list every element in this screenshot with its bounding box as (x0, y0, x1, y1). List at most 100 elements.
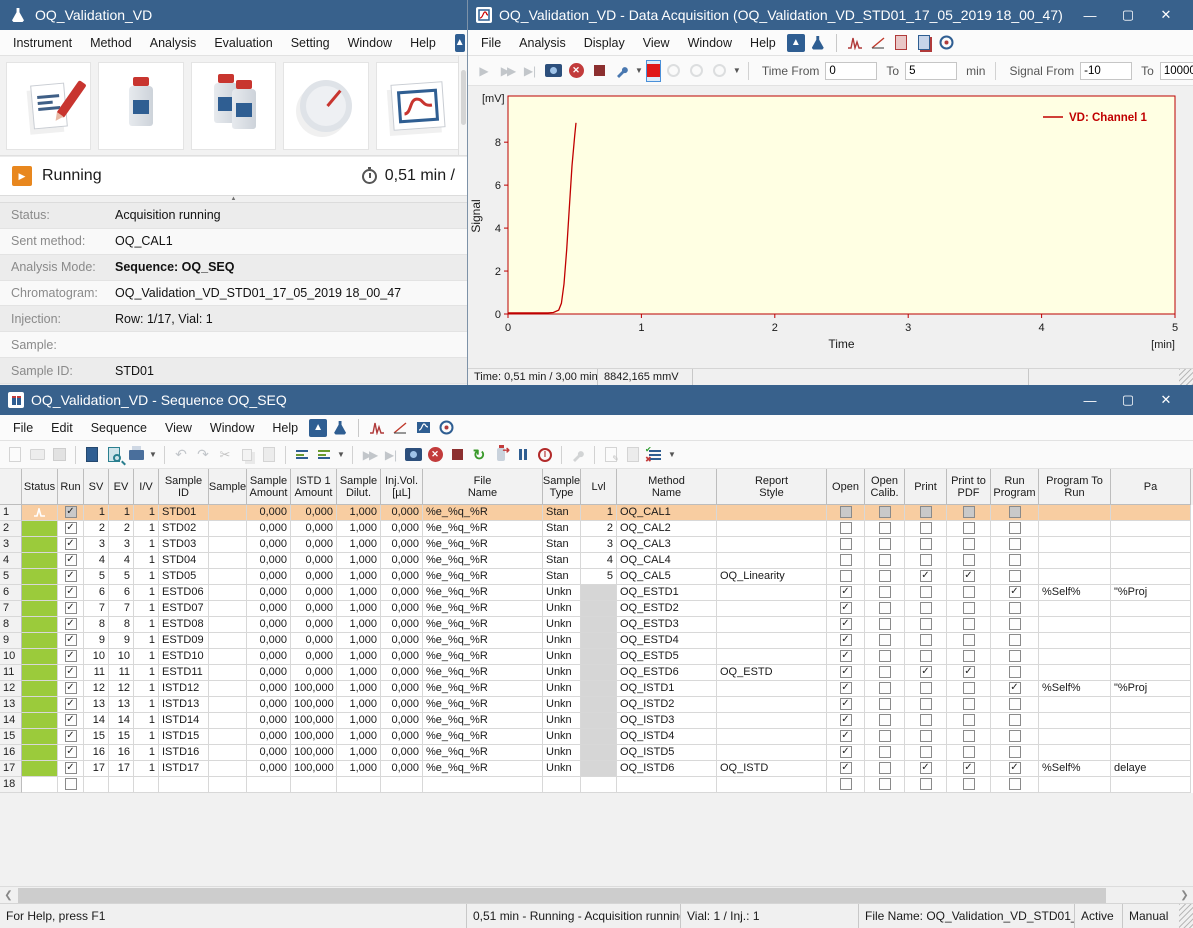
cell-sv[interactable]: 1 (84, 505, 109, 521)
cell-lvl[interactable] (581, 713, 617, 729)
cell-run[interactable]: ✓ (58, 569, 84, 585)
cell-sample_amount[interactable]: 0,000 (247, 569, 291, 585)
time-from-input[interactable] (825, 62, 877, 80)
cell-program_to_run[interactable]: %Self% (1039, 761, 1111, 777)
cell-open_calib[interactable] (865, 777, 905, 793)
cell-sv[interactable]: 13 (84, 697, 109, 713)
cell-idx[interactable]: 10 (0, 649, 22, 665)
run-checkbox[interactable]: ✓ (65, 730, 77, 742)
cell-sample_amount[interactable]: 0,000 (247, 521, 291, 537)
settings-wrench-icon[interactable] (612, 61, 632, 81)
column-header-sample_amount[interactable]: Sample Amount (247, 469, 291, 505)
run_program-checkbox[interactable] (1009, 522, 1021, 534)
menu-analysis[interactable]: Analysis (510, 30, 575, 56)
stop-icon[interactable] (589, 61, 609, 81)
cell-report_style[interactable] (717, 649, 827, 665)
cell-lvl[interactable]: 1 (581, 505, 617, 521)
cell-sample_id[interactable]: ESTD09 (159, 633, 209, 649)
cell-istd_amount[interactable] (291, 777, 337, 793)
cell-report_style[interactable]: OQ_ISTD (717, 761, 827, 777)
method-setup-button[interactable] (6, 62, 91, 150)
print_pdf-checkbox[interactable] (963, 538, 975, 550)
cell-ev[interactable]: 8 (109, 617, 134, 633)
cell-report_style[interactable] (717, 601, 827, 617)
menu-window[interactable]: Window (201, 415, 263, 441)
cell-sample_dilut[interactable]: 1,000 (337, 761, 381, 777)
cell-istd_amount[interactable]: 100,000 (291, 697, 337, 713)
cell-method_name[interactable]: OQ_ESTD2 (617, 601, 717, 617)
cell-sv[interactable]: 10 (84, 649, 109, 665)
cell-sv[interactable]: 7 (84, 601, 109, 617)
column-header-report_style[interactable]: Report Style (717, 469, 827, 505)
menu-analysis[interactable]: Analysis (141, 30, 206, 56)
cell-program_to_run[interactable] (1039, 649, 1111, 665)
cell-sample_dilut[interactable]: 1,000 (337, 569, 381, 585)
cell-method_name[interactable]: OQ_CAL3 (617, 537, 717, 553)
open_calib-checkbox[interactable] (879, 778, 891, 790)
method-icon[interactable] (891, 33, 911, 53)
cell-lvl[interactable] (581, 617, 617, 633)
sequence-row-5[interactable]: 5✓551STD050,0000,0001,0000,000%e_%q_%RSt… (0, 569, 1193, 585)
cell-report_style[interactable] (717, 697, 827, 713)
cell-file_name[interactable]: %e_%q_%R (423, 617, 543, 633)
menu-display[interactable]: Display (575, 30, 634, 56)
cell-sample_amount[interactable]: 0,000 (247, 649, 291, 665)
column-header-run[interactable]: Run (58, 469, 84, 505)
cell-sample_id[interactable]: ISTD15 (159, 729, 209, 745)
cell-method_name[interactable]: OQ_ESTD6 (617, 665, 717, 681)
run_program-checkbox[interactable] (1009, 666, 1021, 678)
cell-sample_type[interactable]: Unkn (543, 633, 581, 649)
cell-param[interactable] (1111, 729, 1191, 745)
cell-sample_dilut[interactable]: 1,000 (337, 633, 381, 649)
cell-sample_dilut[interactable]: 1,000 (337, 697, 381, 713)
cell-param[interactable] (1111, 633, 1191, 649)
cell-idx[interactable]: 9 (0, 633, 22, 649)
run_program-checkbox[interactable] (1009, 506, 1021, 518)
abort-icon[interactable]: ✕ (425, 445, 445, 465)
cell-run_program[interactable]: ✓ (991, 585, 1039, 601)
cell-lvl[interactable] (581, 697, 617, 713)
scroll-right-arrow[interactable]: ❯ (1176, 888, 1193, 903)
cell-report_style[interactable]: OQ_Linearity (717, 569, 827, 585)
cell-run[interactable]: ✓ (58, 713, 84, 729)
cell-sample[interactable] (209, 601, 247, 617)
cell-sample_type[interactable]: Unkn (543, 713, 581, 729)
menu-file[interactable]: File (4, 415, 42, 441)
cell-param[interactable] (1111, 697, 1191, 713)
cell-program_to_run[interactable] (1039, 777, 1111, 793)
print-checkbox[interactable] (920, 698, 932, 710)
print_pdf-checkbox[interactable] (963, 618, 975, 630)
copy-icon[interactable] (237, 445, 257, 465)
cell-print[interactable] (905, 617, 947, 633)
cell-inj_vol[interactable]: 0,000 (381, 601, 423, 617)
cell-open[interactable]: ✓ (827, 713, 865, 729)
cell-istd_amount[interactable]: 0,000 (291, 553, 337, 569)
paste-icon[interactable] (259, 445, 279, 465)
column-header-program_to_run[interactable]: Program To Run (1039, 469, 1111, 505)
cell-sample[interactable] (209, 713, 247, 729)
column-header-sample_type[interactable]: Sample Type (543, 469, 581, 505)
cell-run_program[interactable] (991, 569, 1039, 585)
sequence-row-13[interactable]: 13✓13131ISTD130,000100,0001,0000,000%e_%… (0, 697, 1193, 713)
cell-print[interactable]: ✓ (905, 761, 947, 777)
cell-method_name[interactable] (617, 777, 717, 793)
cell-print[interactable] (905, 553, 947, 569)
cell-run[interactable]: ✓ (58, 761, 84, 777)
open_calib-checkbox[interactable] (879, 602, 891, 614)
cell-iv[interactable]: 1 (134, 505, 159, 521)
cell-iv[interactable]: 1 (134, 617, 159, 633)
open-checkbox[interactable]: ✓ (840, 730, 852, 742)
cell-print[interactable] (905, 505, 947, 521)
cell-inj_vol[interactable]: 0,000 (381, 745, 423, 761)
run-checkbox[interactable] (65, 778, 77, 790)
cell-sv[interactable]: 4 (84, 553, 109, 569)
cell-open[interactable]: ✓ (827, 585, 865, 601)
cell-sample_id[interactable]: ISTD13 (159, 697, 209, 713)
cell-file_name[interactable] (423, 777, 543, 793)
report-setup-icon[interactable] (623, 445, 643, 465)
sequence-row-18[interactable]: 18 (0, 777, 1193, 793)
cell-report_style[interactable] (717, 521, 827, 537)
cell-iv[interactable]: 1 (134, 649, 159, 665)
cell-ev[interactable]: 4 (109, 553, 134, 569)
run-checkbox[interactable]: ✓ (65, 618, 77, 630)
